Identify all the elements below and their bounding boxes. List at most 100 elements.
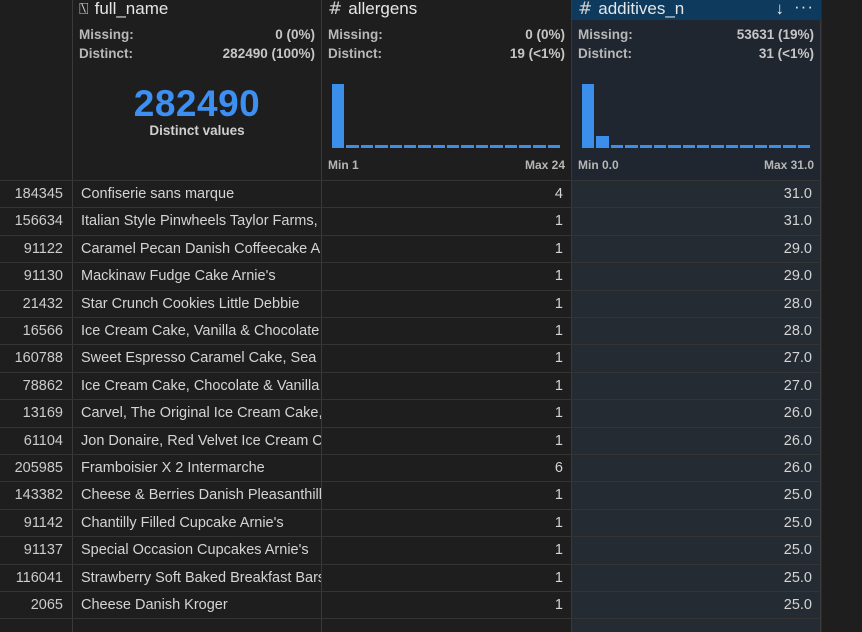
row-index[interactable]: 78862 xyxy=(0,373,72,400)
cell-allergens[interactable]: 1 xyxy=(321,592,571,619)
cell-additives-n[interactable]: 25.0 xyxy=(571,509,821,537)
cell-additives-n[interactable]: 28.0 xyxy=(571,290,821,318)
row-index[interactable]: 13169 xyxy=(0,400,72,427)
cell-allergens[interactable]: 1 xyxy=(321,564,571,592)
cell-additives-n[interactable]: 26.0 xyxy=(571,400,821,428)
table-row[interactable]: 13169 Carvel, The Original Ice Cream Cake… xyxy=(0,399,821,428)
cell-full-name[interactable]: Framboisier X 2 Intermarche xyxy=(72,455,321,482)
row-index[interactable]: 21432 xyxy=(0,291,72,318)
table-row[interactable]: 2065 Cheese Danish Kroger 1 25.0 xyxy=(0,591,821,619)
table-row[interactable]: 78862 Ice Cream Cake, Chocolate & Vanilla… xyxy=(0,371,821,400)
cell-full-name[interactable]: Mackinaw Fudge Cake Arnie's xyxy=(72,263,321,291)
table-row[interactable]: 184345 Confiserie sans marque 4 31.0 xyxy=(0,180,821,208)
cell-full-name[interactable]: Cheese & Berries Danish Pleasanthill xyxy=(72,482,321,510)
cell-allergens[interactable]: 1 xyxy=(321,482,571,510)
column-header-allergens[interactable]: # allergens Missing: 0 (0%) Distinct: 19… xyxy=(321,0,571,180)
row-index[interactable]: 156634 xyxy=(0,208,72,235)
cell-allergens[interactable]: 1 xyxy=(321,263,571,291)
table-row[interactable]: 91122 Caramel Pecan Danish Coffeecake Arn… xyxy=(0,234,821,263)
cell-full-name[interactable]: Sweet Espresso Caramel Cake, Sea Sa xyxy=(72,345,321,373)
cell-allergens[interactable]: 1 xyxy=(321,318,571,345)
cell-allergens[interactable]: 1 xyxy=(321,235,571,263)
cell-full-name[interactable]: Ice Cream Cake, Vanilla & Chocolate xyxy=(72,318,321,345)
distinct-stat: Distinct: 282490 (100%) xyxy=(79,46,315,61)
table-row[interactable]: 156634 Italian Style Pinwheels Taylor Far… xyxy=(0,207,821,236)
row-index[interactable]: 91142 xyxy=(0,510,72,537)
sort-descending-icon[interactable]: ↓ xyxy=(776,0,785,19)
cell-allergens[interactable]: 1 xyxy=(321,427,571,455)
cell-additives-n[interactable]: 25.0 xyxy=(571,482,821,510)
cell-allergens[interactable]: 1 xyxy=(321,208,571,236)
cell-full-name[interactable]: Jon Donaire, Red Velvet Ice Cream Ca xyxy=(72,427,321,455)
cell-additives-n[interactable]: 29.0 xyxy=(571,235,821,263)
cell-full-name[interactable]: Caramel Pecan Danish Coffeecake Arn xyxy=(72,235,321,263)
cell-additives-n[interactable]: 29.0 xyxy=(571,263,821,291)
cell-full-name[interactable]: Star Crunch Cookies Little Debbie xyxy=(72,290,321,318)
table-row[interactable]: 91142 Chantilly Filled Cupcake Arnie's 1 25… xyxy=(0,508,821,537)
table-row[interactable]: 116041 Strawberry Soft Baked Breakfast Ba… xyxy=(0,563,821,592)
row-index[interactable] xyxy=(0,619,72,632)
row-index[interactable]: 16566 xyxy=(0,318,72,345)
cell-allergens[interactable]: 1 xyxy=(321,537,571,565)
table-row[interactable]: 61104 Jon Donaire, Red Velvet Ice Cream C… xyxy=(0,426,821,455)
column-title-additives-n[interactable]: # additives_n xyxy=(578,0,684,19)
histogram-bar xyxy=(360,144,374,148)
row-index[interactable]: 2065 xyxy=(0,592,72,619)
table-row[interactable] xyxy=(0,618,821,632)
row-index[interactable]: 91122 xyxy=(0,236,72,263)
column-title-allergens[interactable]: # allergens xyxy=(328,0,417,19)
column-header-full-name[interactable]: ⍂ full_name Missing: 0 (0%) Distinct: 28… xyxy=(72,0,321,180)
histogram-bar xyxy=(389,144,402,148)
column-title-full-name[interactable]: ⍂ full_name xyxy=(79,0,168,19)
cell-additives-n[interactable]: 26.0 xyxy=(571,427,821,455)
cell-additives-n[interactable]: 27.0 xyxy=(571,372,821,400)
table-row[interactable]: 205985 Framboisier X 2 Intermarche 6 26.0 xyxy=(0,454,821,482)
cell-allergens[interactable]: 1 xyxy=(321,372,571,400)
histogram-bar xyxy=(403,144,417,148)
cell-full-name[interactable]: Chantilly Filled Cupcake Arnie's xyxy=(72,509,321,537)
table-row[interactable]: 91130 Mackinaw Fudge Cake Arnie's 1 29.0 xyxy=(0,262,821,291)
table-row[interactable]: 143382 Cheese & Berries Danish Pleasanthi… xyxy=(0,481,821,510)
cell-allergens[interactable]: 1 xyxy=(321,400,571,428)
table-row[interactable]: 160788 Sweet Espresso Caramel Cake, Sea S… xyxy=(0,344,821,373)
cell-allergens[interactable]: 1 xyxy=(321,290,571,318)
cell-additives-n[interactable]: 28.0 xyxy=(571,318,821,345)
distinct-label: Distinct: xyxy=(578,46,632,61)
cell-full-name[interactable]: Confiserie sans marque xyxy=(72,181,321,208)
table-row[interactable]: 91137 Special Occasion Cupcakes Arnie's 1 2… xyxy=(0,536,821,565)
cell-additives-n[interactable]: 31.0 xyxy=(571,208,821,236)
column-header-additives-n[interactable]: # additives_n ↓ ··· Missing: 53631 (19%)… xyxy=(571,0,821,180)
cell-allergens[interactable]: 1 xyxy=(321,509,571,537)
row-index[interactable]: 160788 xyxy=(0,345,72,372)
cell-full-name[interactable] xyxy=(72,619,321,632)
row-index[interactable]: 91137 xyxy=(0,537,72,564)
cell-full-name[interactable]: Special Occasion Cupcakes Arnie's xyxy=(72,537,321,565)
row-index[interactable]: 184345 xyxy=(0,181,72,208)
cell-allergens[interactable]: 6 xyxy=(321,455,571,482)
cell-additives-n[interactable]: 27.0 xyxy=(571,345,821,373)
cell-additives-n[interactable] xyxy=(571,619,821,632)
cell-full-name[interactable]: Ice Cream Cake, Chocolate & Vanilla xyxy=(72,372,321,400)
row-index[interactable]: 61104 xyxy=(0,428,72,455)
cell-full-name[interactable]: Cheese Danish Kroger xyxy=(72,592,321,619)
cell-allergens[interactable]: 4 xyxy=(321,181,571,208)
row-index[interactable]: 91130 xyxy=(0,263,72,290)
table-row[interactable]: 16566 Ice Cream Cake, Vanilla & Chocolate… xyxy=(0,317,821,345)
cell-allergens[interactable]: 1 xyxy=(321,345,571,373)
cell-additives-n[interactable]: 25.0 xyxy=(571,564,821,592)
row-index[interactable]: 205985 xyxy=(0,455,72,482)
cell-additives-n[interactable]: 25.0 xyxy=(571,592,821,619)
cell-full-name[interactable]: Strawberry Soft Baked Breakfast Bars xyxy=(72,564,321,592)
cell-additives-n[interactable]: 25.0 xyxy=(571,537,821,565)
more-options-icon[interactable]: ··· xyxy=(794,0,814,17)
index-column-header xyxy=(0,0,72,180)
table-row[interactable]: 21432 Star Crunch Cookies Little Debbie 1 2… xyxy=(0,289,821,318)
row-index[interactable]: 116041 xyxy=(0,565,72,592)
histogram-bar xyxy=(418,144,431,148)
cell-full-name[interactable]: Carvel, The Original Ice Cream Cake, xyxy=(72,400,321,428)
cell-allergens[interactable] xyxy=(321,619,571,632)
row-index[interactable]: 143382 xyxy=(0,482,72,509)
cell-additives-n[interactable]: 31.0 xyxy=(571,181,821,208)
cell-full-name[interactable]: Italian Style Pinwheels Taylor Farms, T xyxy=(72,208,321,236)
cell-additives-n[interactable]: 26.0 xyxy=(571,455,821,482)
